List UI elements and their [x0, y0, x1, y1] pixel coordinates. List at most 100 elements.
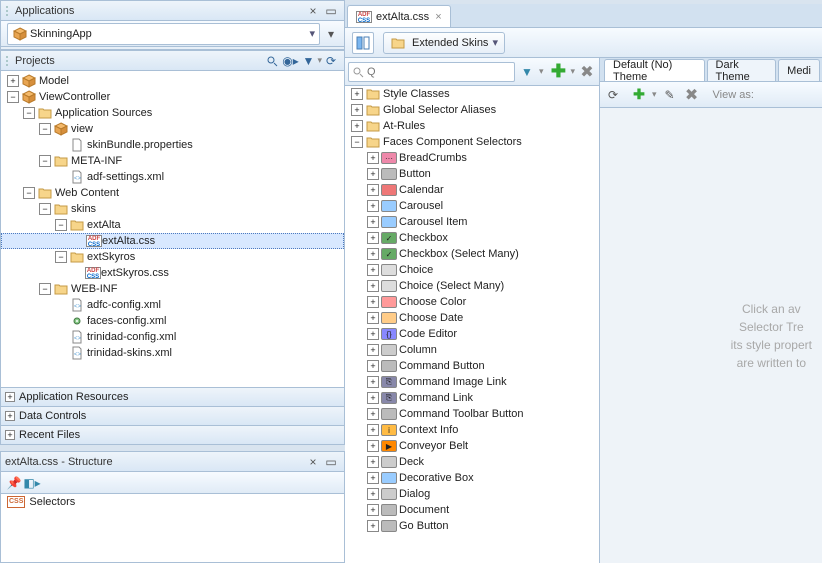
search-icon[interactable] — [264, 53, 280, 69]
toggle-icon[interactable]: + — [351, 104, 363, 116]
tree-item[interactable]: <>adf-settings.xml — [1, 169, 344, 185]
class-icon[interactable]: ◉▸ — [282, 53, 298, 69]
toggle-icon[interactable]: + — [367, 216, 379, 228]
tree-item[interactable]: +iContext Info — [345, 422, 599, 438]
toggle-icon[interactable]: + — [367, 312, 379, 324]
tree-item[interactable]: extAlta.css — [1, 233, 344, 249]
structure-root[interactable]: CSS Selectors — [1, 494, 344, 510]
add-rule-icon[interactable]: ✚ — [631, 87, 647, 103]
toggle-icon[interactable]: − — [39, 155, 51, 167]
tree-item[interactable]: −Application Sources — [1, 105, 344, 121]
close-tab-icon[interactable]: × — [435, 11, 441, 23]
application-dropdown[interactable]: SkinningApp ▾ — [7, 23, 320, 45]
expand-icon[interactable]: + — [5, 430, 15, 440]
tree-item[interactable]: +Choose Date — [345, 310, 599, 326]
tree-item[interactable]: +Carousel Item — [345, 214, 599, 230]
toggle-icon[interactable]: − — [39, 283, 51, 295]
tree-item[interactable]: <>adfc-config.xml — [1, 297, 344, 313]
tree-item[interactable]: −extAlta — [1, 217, 344, 233]
tree-item[interactable]: +Global Selector Aliases — [345, 102, 599, 118]
tree-item[interactable]: −WEB-INF — [1, 281, 344, 297]
toggle-icon[interactable]: + — [367, 184, 379, 196]
tree-item[interactable]: +Command Toolbar Button — [345, 406, 599, 422]
toggle-icon[interactable]: + — [367, 456, 379, 468]
minimize-icon[interactable]: ▭ — [323, 3, 339, 19]
toggle-icon[interactable]: + — [7, 75, 19, 87]
tree-item[interactable]: −META-INF — [1, 153, 344, 169]
tree-item[interactable]: +⎘Command Image Link — [345, 374, 599, 390]
toggle-icon[interactable]: − — [23, 187, 35, 199]
toggle-icon[interactable]: + — [367, 296, 379, 308]
tree-item[interactable]: +Choose Color — [345, 294, 599, 310]
tree-item[interactable]: +Carousel — [345, 198, 599, 214]
tree-item[interactable]: <>trinidad-config.xml — [1, 329, 344, 345]
tree-item[interactable]: faces-config.xml — [1, 313, 344, 329]
structure-view-icon[interactable]: ◧▸ — [24, 475, 40, 491]
accordion-header[interactable]: +Data Controls — [1, 406, 344, 425]
toggle-icon[interactable]: + — [367, 344, 379, 356]
toggle-icon[interactable]: + — [367, 248, 379, 260]
toggle-icon[interactable]: + — [367, 408, 379, 420]
add-icon[interactable]: ✚ — [550, 64, 566, 80]
refresh-icon[interactable]: ⟳ — [323, 53, 339, 69]
tree-item[interactable]: +Command Button — [345, 358, 599, 374]
toggle-icon[interactable]: − — [351, 136, 363, 148]
tree-item[interactable]: <>trinidad-skins.xml — [1, 345, 344, 361]
tree-item[interactable]: +✓Checkbox — [345, 230, 599, 246]
tree-item[interactable]: +Style Classes — [345, 86, 599, 102]
theme-tab[interactable]: Default (No) Theme — [604, 59, 705, 81]
toggle-icon[interactable]: + — [367, 440, 379, 452]
delete-icon[interactable]: ✖ — [579, 64, 595, 80]
tree-item[interactable]: +Calendar — [345, 182, 599, 198]
toggle-icon[interactable]: + — [367, 360, 379, 372]
toggle-split-icon[interactable] — [352, 32, 374, 54]
toggle-icon[interactable]: + — [367, 264, 379, 276]
toggle-icon[interactable]: + — [367, 504, 379, 516]
edit-icon[interactable]: ✎ — [662, 87, 678, 103]
tree-item[interactable]: +Decorative Box — [345, 470, 599, 486]
tree-item[interactable]: +Go Button — [345, 518, 599, 534]
filter-icon[interactable]: ▼ — [300, 53, 316, 69]
toggle-icon[interactable]: + — [367, 488, 379, 500]
toggle-icon[interactable]: + — [351, 88, 363, 100]
project-tree[interactable]: +Model−ViewController−Application Source… — [1, 71, 344, 363]
tree-item[interactable]: +Document — [345, 502, 599, 518]
tree-item[interactable]: +Choice — [345, 262, 599, 278]
tree-item[interactable]: −Faces Component Selectors — [345, 134, 599, 150]
toggle-icon[interactable]: + — [367, 200, 379, 212]
tree-item[interactable]: −skins — [1, 201, 344, 217]
tree-item[interactable]: +At-Rules — [345, 118, 599, 134]
tree-item[interactable]: −Web Content — [1, 185, 344, 201]
tree-item[interactable]: +Choice (Select Many) — [345, 278, 599, 294]
toggle-icon[interactable]: + — [367, 152, 379, 164]
editor-tab[interactable]: extAlta.css × — [347, 5, 451, 27]
accordion-header[interactable]: +Application Resources — [1, 387, 344, 406]
tree-item[interactable]: +···BreadCrumbs — [345, 150, 599, 166]
toggle-icon[interactable]: + — [351, 120, 363, 132]
tree-item[interactable]: −view — [1, 121, 344, 137]
toggle-icon[interactable]: + — [367, 376, 379, 388]
tree-item[interactable]: +Model — [1, 73, 344, 89]
toggle-icon[interactable]: + — [367, 392, 379, 404]
toggle-icon[interactable]: + — [367, 520, 379, 532]
toggle-icon[interactable]: − — [23, 107, 35, 119]
accordion-header[interactable]: +Recent Files — [1, 425, 344, 444]
toggle-icon[interactable]: + — [367, 328, 379, 340]
theme-tab[interactable]: Medi — [778, 59, 820, 81]
tree-item[interactable]: +Dialog — [345, 486, 599, 502]
toggle-icon[interactable]: − — [39, 123, 51, 135]
toggle-icon[interactable]: − — [55, 251, 67, 263]
toggle-icon[interactable]: − — [7, 91, 19, 103]
tree-item[interactable]: +⎘Command Link — [345, 390, 599, 406]
selector-search-input[interactable] — [348, 62, 515, 82]
tree-item[interactable]: skinBundle.properties — [1, 137, 344, 153]
toggle-icon[interactable]: − — [39, 203, 51, 215]
toggle-icon[interactable]: + — [367, 472, 379, 484]
skin-dropdown[interactable]: Extended Skins ▾ — [383, 32, 505, 54]
tree-item[interactable]: extSkyros.css — [1, 265, 344, 281]
expand-icon[interactable]: + — [5, 411, 15, 421]
tree-item[interactable]: −ViewController — [1, 89, 344, 105]
app-menu-icon[interactable]: ▾ — [323, 26, 339, 42]
expand-icon[interactable]: + — [5, 392, 15, 402]
tree-item[interactable]: +Column — [345, 342, 599, 358]
